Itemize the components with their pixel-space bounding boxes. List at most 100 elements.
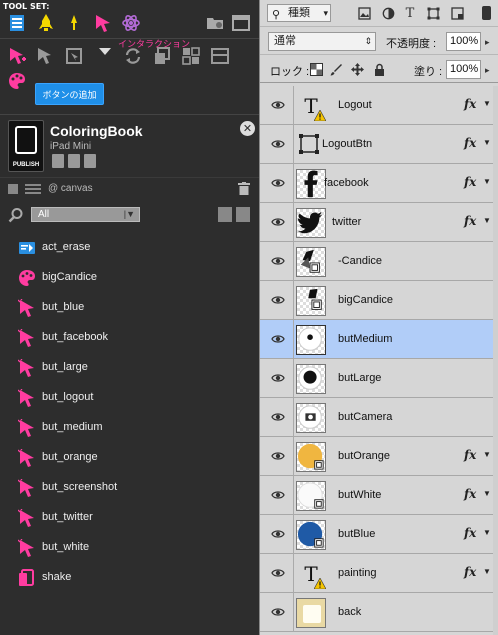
opacity-field[interactable]: 100% xyxy=(446,32,481,51)
layer-effects-icon[interactable]: fx xyxy=(464,214,476,228)
layer-row[interactable]: LogoutBtn fx ▼ xyxy=(260,125,498,164)
add-button[interactable]: ボタンの追加 xyxy=(35,83,104,105)
tree-icon[interactable] xyxy=(52,154,64,168)
filter-toggle[interactable] xyxy=(482,6,491,20)
adjustment-filter-icon[interactable] xyxy=(380,5,396,21)
layers-scrollbar[interactable] xyxy=(493,86,498,635)
layer-expand-icon[interactable]: ▼ xyxy=(483,567,491,576)
smart-object-filter-icon[interactable] xyxy=(449,5,465,21)
layer-expand-icon[interactable]: ▼ xyxy=(483,99,491,108)
layer-row[interactable]: twitter fx ▼ xyxy=(260,203,498,242)
list-item[interactable]: but_medium xyxy=(0,412,259,442)
rocket-icon[interactable] xyxy=(35,12,57,34)
grid-layout-icon[interactable] xyxy=(180,45,202,67)
layer-row[interactable]: back▼ xyxy=(260,593,498,632)
document-icon[interactable] xyxy=(84,154,96,168)
lock-all-icon[interactable] xyxy=(373,63,386,76)
layer-row[interactable]: butOrange fx ▼ xyxy=(260,437,498,476)
eye-icon[interactable] xyxy=(271,372,285,384)
list-item[interactable]: but_screenshot xyxy=(0,472,259,502)
eye-icon[interactable] xyxy=(271,606,285,618)
layer-row[interactable]: T Logout fx ▼ xyxy=(260,86,498,125)
layer-row[interactable]: -Candice▼ xyxy=(260,242,498,281)
panel-layout-icon[interactable] xyxy=(209,45,231,67)
layer-row[interactable]: butCamera▼ xyxy=(260,398,498,437)
layer-effects-icon[interactable]: fx xyxy=(464,97,476,111)
filter-select[interactable]: All |▼ xyxy=(31,207,140,222)
window-icon[interactable] xyxy=(230,12,252,34)
lock-position-icon[interactable] xyxy=(351,63,364,76)
eye-icon[interactable] xyxy=(271,333,285,345)
publish-button[interactable]: PUBLISH xyxy=(8,120,44,172)
select-box-icon[interactable] xyxy=(63,45,85,67)
eye-icon[interactable] xyxy=(271,450,285,462)
add-interaction-icon[interactable] xyxy=(6,45,28,67)
scene-list-icon[interactable] xyxy=(6,12,28,34)
palette-tool-icon[interactable] xyxy=(6,70,28,92)
thumbnail-view-icon[interactable] xyxy=(8,184,18,194)
close-icon[interactable]: ✕ xyxy=(240,121,255,136)
layer-effects-icon[interactable]: fx xyxy=(464,448,476,462)
layer-effects-icon[interactable]: fx xyxy=(464,487,476,501)
copy-icon[interactable] xyxy=(218,207,232,222)
list-view-icon[interactable] xyxy=(25,184,41,194)
list-item[interactable]: but_facebook xyxy=(0,322,259,352)
move-cursor-icon[interactable] xyxy=(34,45,56,67)
search-icon[interactable] xyxy=(8,207,24,223)
image-icon[interactable] xyxy=(68,154,80,168)
fill-field[interactable]: 100% xyxy=(446,60,481,79)
list-item[interactable]: but_large xyxy=(0,352,259,382)
layer-effects-icon[interactable]: fx xyxy=(464,136,476,150)
eye-icon[interactable] xyxy=(271,216,285,228)
layer-effects-icon[interactable]: fx xyxy=(464,526,476,540)
eye-icon[interactable] xyxy=(271,567,285,579)
layer-row[interactable]: butWhite fx ▼ xyxy=(260,476,498,515)
layer-effects-icon[interactable]: fx xyxy=(464,175,476,189)
shape-filter-icon[interactable] xyxy=(425,5,441,21)
layer-row[interactable]: butMedium▼ xyxy=(260,320,498,359)
folder-settings-icon[interactable] xyxy=(204,12,226,34)
eye-icon[interactable] xyxy=(271,99,285,111)
refresh-icon[interactable] xyxy=(122,45,144,67)
layer-expand-icon[interactable]: ▼ xyxy=(483,138,491,147)
pixel-layer-filter-icon[interactable] xyxy=(356,5,372,21)
eye-icon[interactable] xyxy=(271,411,285,423)
layer-row[interactable]: butLarge▼ xyxy=(260,359,498,398)
list-item[interactable]: but_twitter xyxy=(0,502,259,532)
eye-icon[interactable] xyxy=(271,528,285,540)
layer-effects-icon[interactable]: fx xyxy=(464,565,476,579)
list-item[interactable]: but_logout xyxy=(0,382,259,412)
layer-expand-icon[interactable]: ▼ xyxy=(483,216,491,225)
duplicate-icon[interactable] xyxy=(151,45,173,67)
eye-icon[interactable] xyxy=(271,294,285,306)
list-item[interactable]: bigCandice xyxy=(0,262,259,292)
blend-mode-select[interactable]: 通常 ⇕ xyxy=(268,32,376,51)
eye-icon[interactable] xyxy=(271,255,285,267)
eye-icon[interactable] xyxy=(271,177,285,189)
list-item[interactable]: shake xyxy=(0,562,259,592)
eye-icon[interactable] xyxy=(271,489,285,501)
layer-expand-icon[interactable]: ▼ xyxy=(483,177,491,186)
list-item[interactable]: act_erase xyxy=(0,232,259,262)
list-item[interactable]: but_blue xyxy=(0,292,259,322)
layer-row[interactable]: Tpainting fx ▼ xyxy=(260,554,498,593)
trash-icon[interactable] xyxy=(238,182,250,195)
layer-expand-icon[interactable]: ▼ xyxy=(483,450,491,459)
layer-row[interactable]: butBlue fx ▼ xyxy=(260,515,498,554)
list-item[interactable]: but_white xyxy=(0,532,259,562)
lock-transparency-icon[interactable] xyxy=(310,63,323,76)
layer-row[interactable]: bigCandice▼ xyxy=(260,281,498,320)
layer-row[interactable]: facebook fx ▼ xyxy=(260,164,498,203)
type-filter-icon[interactable]: T xyxy=(402,5,418,21)
action-icon[interactable] xyxy=(63,12,85,34)
paste-icon[interactable] xyxy=(236,207,250,222)
layer-expand-icon[interactable]: ▼ xyxy=(483,528,491,537)
list-item[interactable]: but_orange xyxy=(0,442,259,472)
eye-icon[interactable] xyxy=(271,138,285,150)
kind-filter-select[interactable]: ⚲ 種類 ▾ xyxy=(267,4,331,22)
fill-arrow-icon[interactable]: ▸ xyxy=(485,65,490,76)
atom-icon[interactable] xyxy=(120,12,142,34)
lock-pixels-icon[interactable] xyxy=(330,63,343,76)
interaction-cursor-icon[interactable] xyxy=(92,12,114,34)
dropdown-arrow-icon[interactable] xyxy=(94,45,116,67)
